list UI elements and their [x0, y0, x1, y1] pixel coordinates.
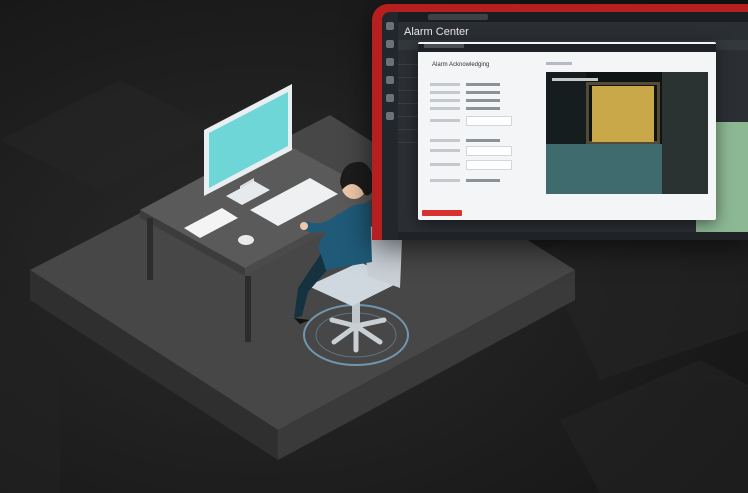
comment-field[interactable]	[430, 112, 512, 126]
app-sidebar	[382, 12, 398, 240]
input-field[interactable]	[430, 156, 512, 170]
detail-field	[430, 76, 500, 87]
alarm-dialog: Alarm Acknowledging	[418, 42, 716, 220]
hero-illustration: Alarm Center Alarm Acknowledging	[0, 0, 748, 493]
detail-field	[430, 100, 500, 111]
app-title: Alarm Center	[404, 26, 469, 38]
acknowledge-button[interactable]	[422, 210, 462, 216]
detail-field	[430, 172, 500, 183]
mouse	[238, 235, 254, 245]
sidebar-icon[interactable]	[386, 40, 394, 48]
garage-door	[592, 86, 654, 142]
dialog-title: Alarm Acknowledging	[432, 62, 490, 68]
sidebar-icon[interactable]	[386, 76, 394, 84]
sidebar-icon[interactable]	[386, 58, 394, 66]
browser-tab[interactable]	[428, 14, 488, 20]
detail-field	[430, 92, 500, 103]
app-window-content: Alarm Center Alarm Acknowledging	[382, 12, 748, 240]
sidebar-icon[interactable]	[386, 112, 394, 120]
app-status-bar	[398, 232, 748, 240]
sidebar-icon[interactable]	[386, 22, 394, 30]
input-field[interactable]	[430, 142, 512, 156]
dialog-titlebar	[418, 44, 716, 52]
video-timestamp	[552, 78, 598, 81]
video-label	[546, 62, 572, 65]
browser-tab-strip	[398, 12, 748, 22]
detail-field	[430, 84, 500, 95]
sidebar-icon[interactable]	[386, 94, 394, 102]
camera-video-feed[interactable]	[546, 72, 708, 194]
app-window: Alarm Center Alarm Acknowledging	[372, 4, 748, 240]
detail-field	[430, 132, 500, 143]
